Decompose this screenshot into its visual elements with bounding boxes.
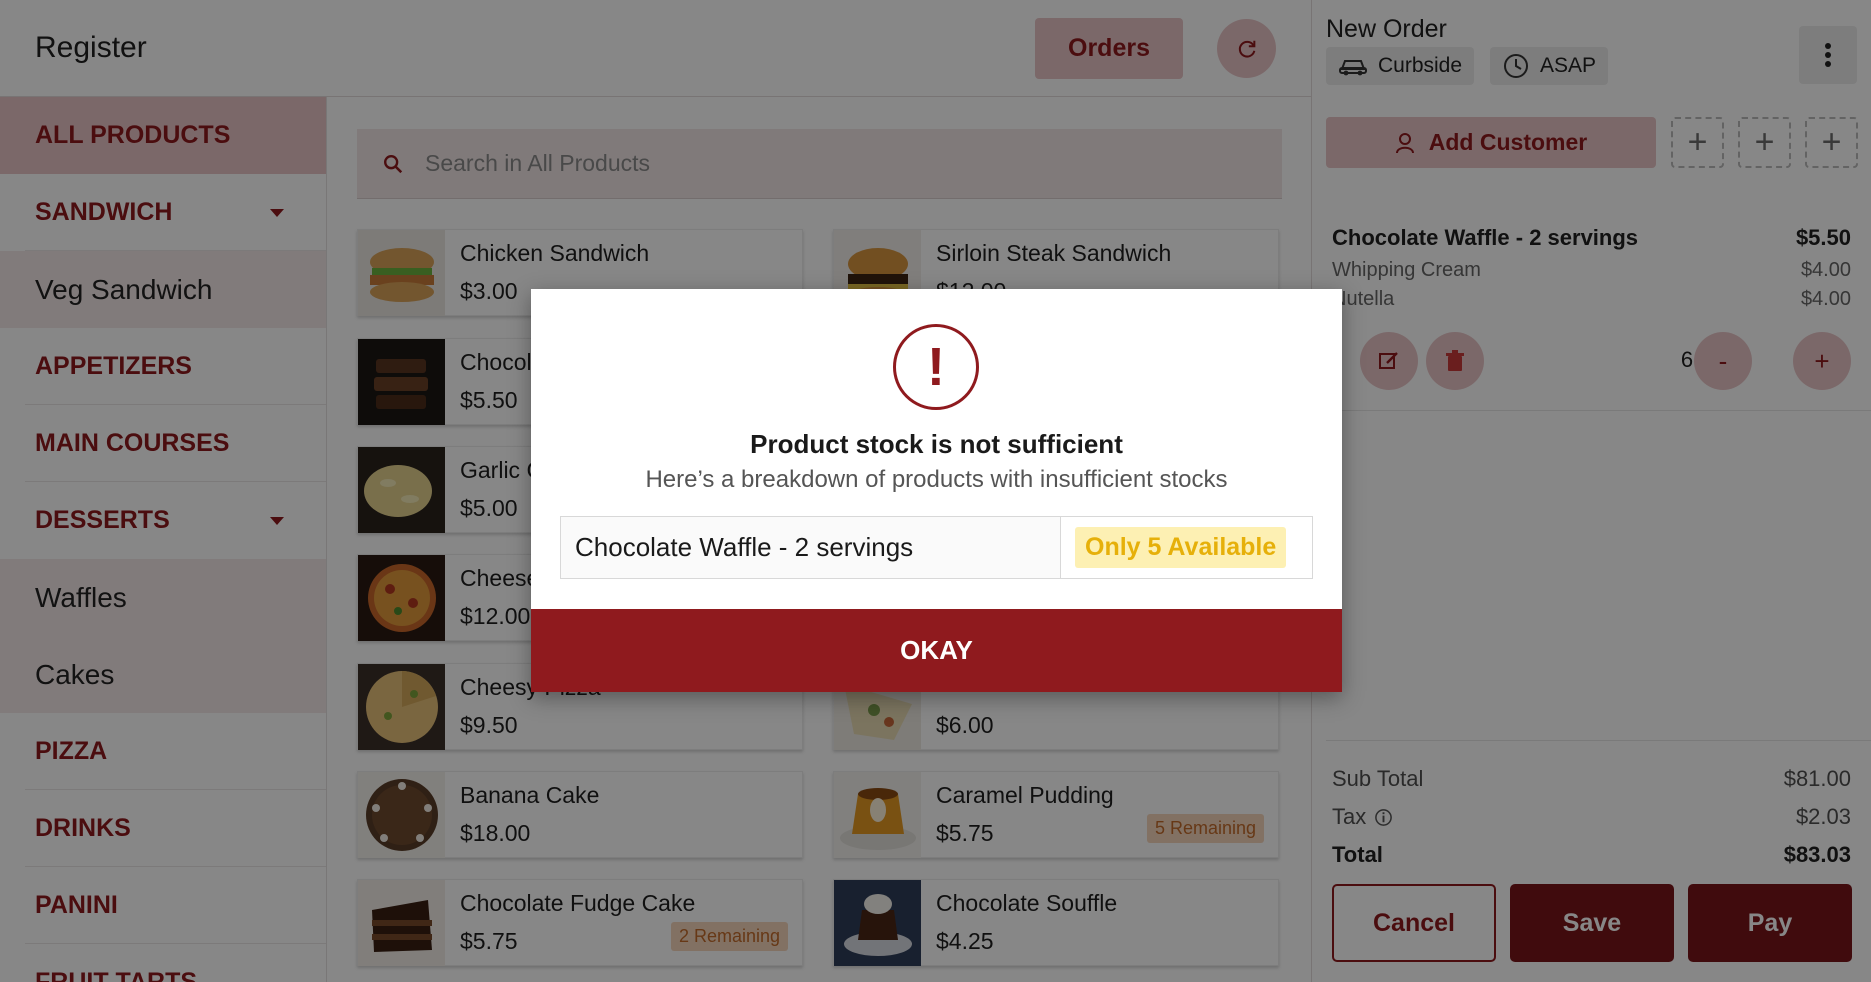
okay-button[interactable]: OKAY: [531, 609, 1342, 692]
insufficient-stock-dialog: ! Product stock is not sufficient Here’s…: [531, 289, 1342, 692]
alert-icon: !: [893, 324, 979, 410]
stock-row: Chocolate Waffle - 2 servings Only 5 Ava…: [560, 516, 1313, 579]
stock-availability-cell: Only 5 Available: [1061, 517, 1312, 578]
stock-product-name: Chocolate Waffle - 2 servings: [561, 517, 1061, 578]
dialog-subtitle: Here’s a breakdown of products with insu…: [645, 466, 1228, 493]
dialog-title: Product stock is not sufficient: [750, 429, 1123, 459]
availability-badge: Only 5 Available: [1075, 527, 1287, 568]
